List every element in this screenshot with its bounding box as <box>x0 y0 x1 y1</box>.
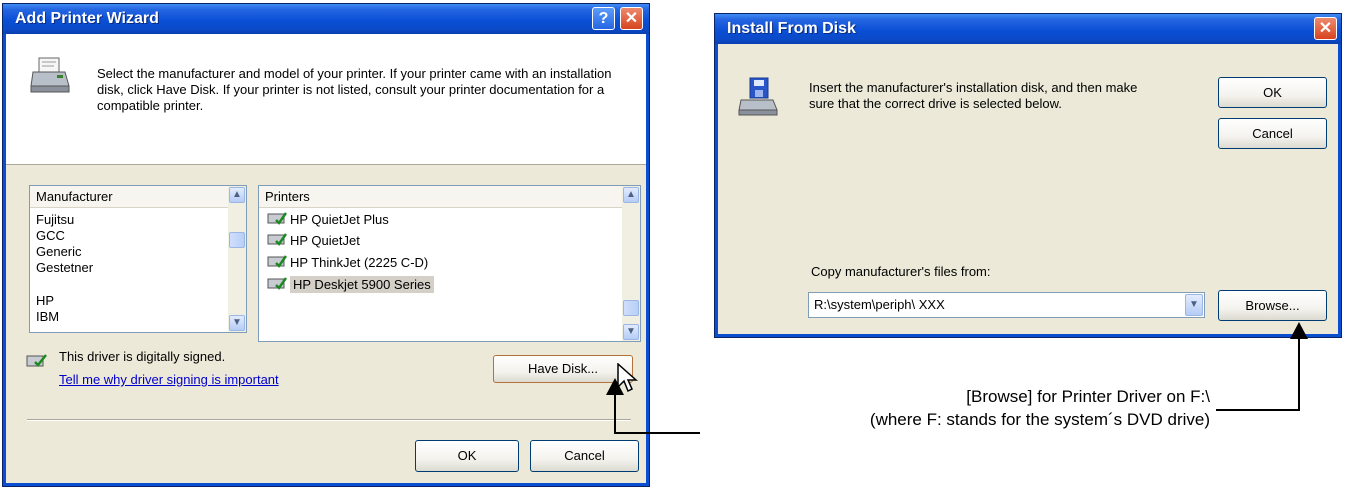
cancel-button[interactable]: Cancel <box>530 440 639 472</box>
help-button[interactable]: ? <box>592 7 615 30</box>
close-button[interactable]: ✕ <box>620 7 643 30</box>
manufacturer-header: Manufacturer <box>30 186 228 208</box>
scroll-up-icon[interactable]: ▲ <box>623 187 639 203</box>
connector-line <box>1298 337 1300 411</box>
driver-signing-link[interactable]: Tell me why driver signing is important <box>59 372 279 388</box>
scroll-down-icon[interactable]: ▼ <box>623 324 639 340</box>
list-item[interactable]: Gestetner <box>36 260 93 275</box>
add-printer-wizard-window: Add Printer Wizard ? ✕ Select the manufa… <box>2 3 650 487</box>
install-title-bar[interactable]: Install From Disk ✕ <box>715 14 1341 44</box>
signed-driver-icon <box>267 276 288 296</box>
scroll-down-icon[interactable]: ▼ <box>229 315 245 331</box>
signed-driver-icon <box>267 232 288 252</box>
ok-button[interactable]: OK <box>415 440 519 472</box>
footer-divider <box>27 419 631 421</box>
list-item[interactable]: Fujitsu <box>36 212 74 227</box>
signed-driver-text: This driver is digitally signed. <box>59 349 226 364</box>
list-item-selected[interactable]: HP Deskjet 5900 Series <box>267 275 434 295</box>
ok-button[interactable]: OK <box>1218 77 1327 108</box>
printers-header: Printers <box>259 186 622 208</box>
signed-driver-icon <box>267 211 288 231</box>
signed-driver-icon <box>26 352 48 373</box>
wizard-title: Add Printer Wizard <box>15 10 159 27</box>
arrow-up-icon <box>1290 322 1308 339</box>
copy-files-label: Copy manufacturer's files from: <box>811 264 991 279</box>
annotation-line-2: (where F: stands for the system´s DVD dr… <box>869 410 1210 429</box>
chevron-down-icon[interactable]: ▼ <box>1185 294 1203 316</box>
window-frame <box>646 34 649 486</box>
list-item[interactable]: IBM <box>36 309 59 324</box>
scroll-up-icon[interactable]: ▲ <box>229 187 245 203</box>
install-instructions: Insert the manufacturer's installation d… <box>809 80 1138 111</box>
wizard-header-divider <box>6 164 646 165</box>
printers-list[interactable]: Printers HP QuietJet Plus HP QuietJet HP… <box>258 185 641 342</box>
list-item-selected[interactable]: HP <box>36 293 54 308</box>
wizard-title-bar[interactable]: Add Printer Wizard ? ✕ <box>3 4 649 34</box>
connector-line <box>614 392 616 434</box>
manufacturer-list[interactable]: Manufacturer Fujitsu GCC Generic Gestetn… <box>29 185 247 333</box>
arrow-up-icon <box>606 378 624 395</box>
list-item[interactable]: GCC <box>36 228 65 243</box>
printers-scrollbar[interactable]: ▲ ▼ <box>622 186 640 341</box>
scroll-thumb[interactable] <box>623 300 639 316</box>
close-button[interactable]: ✕ <box>1314 17 1337 40</box>
connector-line <box>614 432 700 434</box>
install-title: Install From Disk <box>727 20 856 37</box>
cancel-button[interactable]: Cancel <box>1218 118 1327 149</box>
install-disk-icon <box>737 76 781 123</box>
list-item[interactable]: HP QuietJet <box>267 231 360 251</box>
window-frame <box>1338 44 1341 337</box>
path-combobox[interactable]: R:\system\periph\ XXX ▼ <box>808 292 1205 318</box>
path-input[interactable]: R:\system\periph\ XXX <box>814 297 945 312</box>
scroll-thumb[interactable] <box>229 232 245 248</box>
window-frame <box>715 44 718 337</box>
browse-button[interactable]: Browse... <box>1218 290 1327 321</box>
window-frame <box>3 483 649 486</box>
signed-driver-icon <box>267 254 288 274</box>
wizard-instructions: Select the manufacturer and model of you… <box>97 66 612 113</box>
printer-icon <box>29 56 73 101</box>
annotation-line-1: [Browse] for Printer Driver on F:\ <box>966 387 1210 406</box>
manufacturer-scrollbar[interactable]: ▲ ▼ <box>228 186 246 332</box>
window-frame <box>715 334 1341 337</box>
list-item[interactable]: HP ThinkJet (2225 C-D) <box>267 253 428 273</box>
connector-line <box>1216 409 1300 411</box>
list-item[interactable]: Generic <box>36 244 82 259</box>
install-from-disk-window: Install From Disk ✕ Insert the manufactu… <box>714 13 1342 338</box>
list-item[interactable]: HP QuietJet Plus <box>267 210 389 230</box>
